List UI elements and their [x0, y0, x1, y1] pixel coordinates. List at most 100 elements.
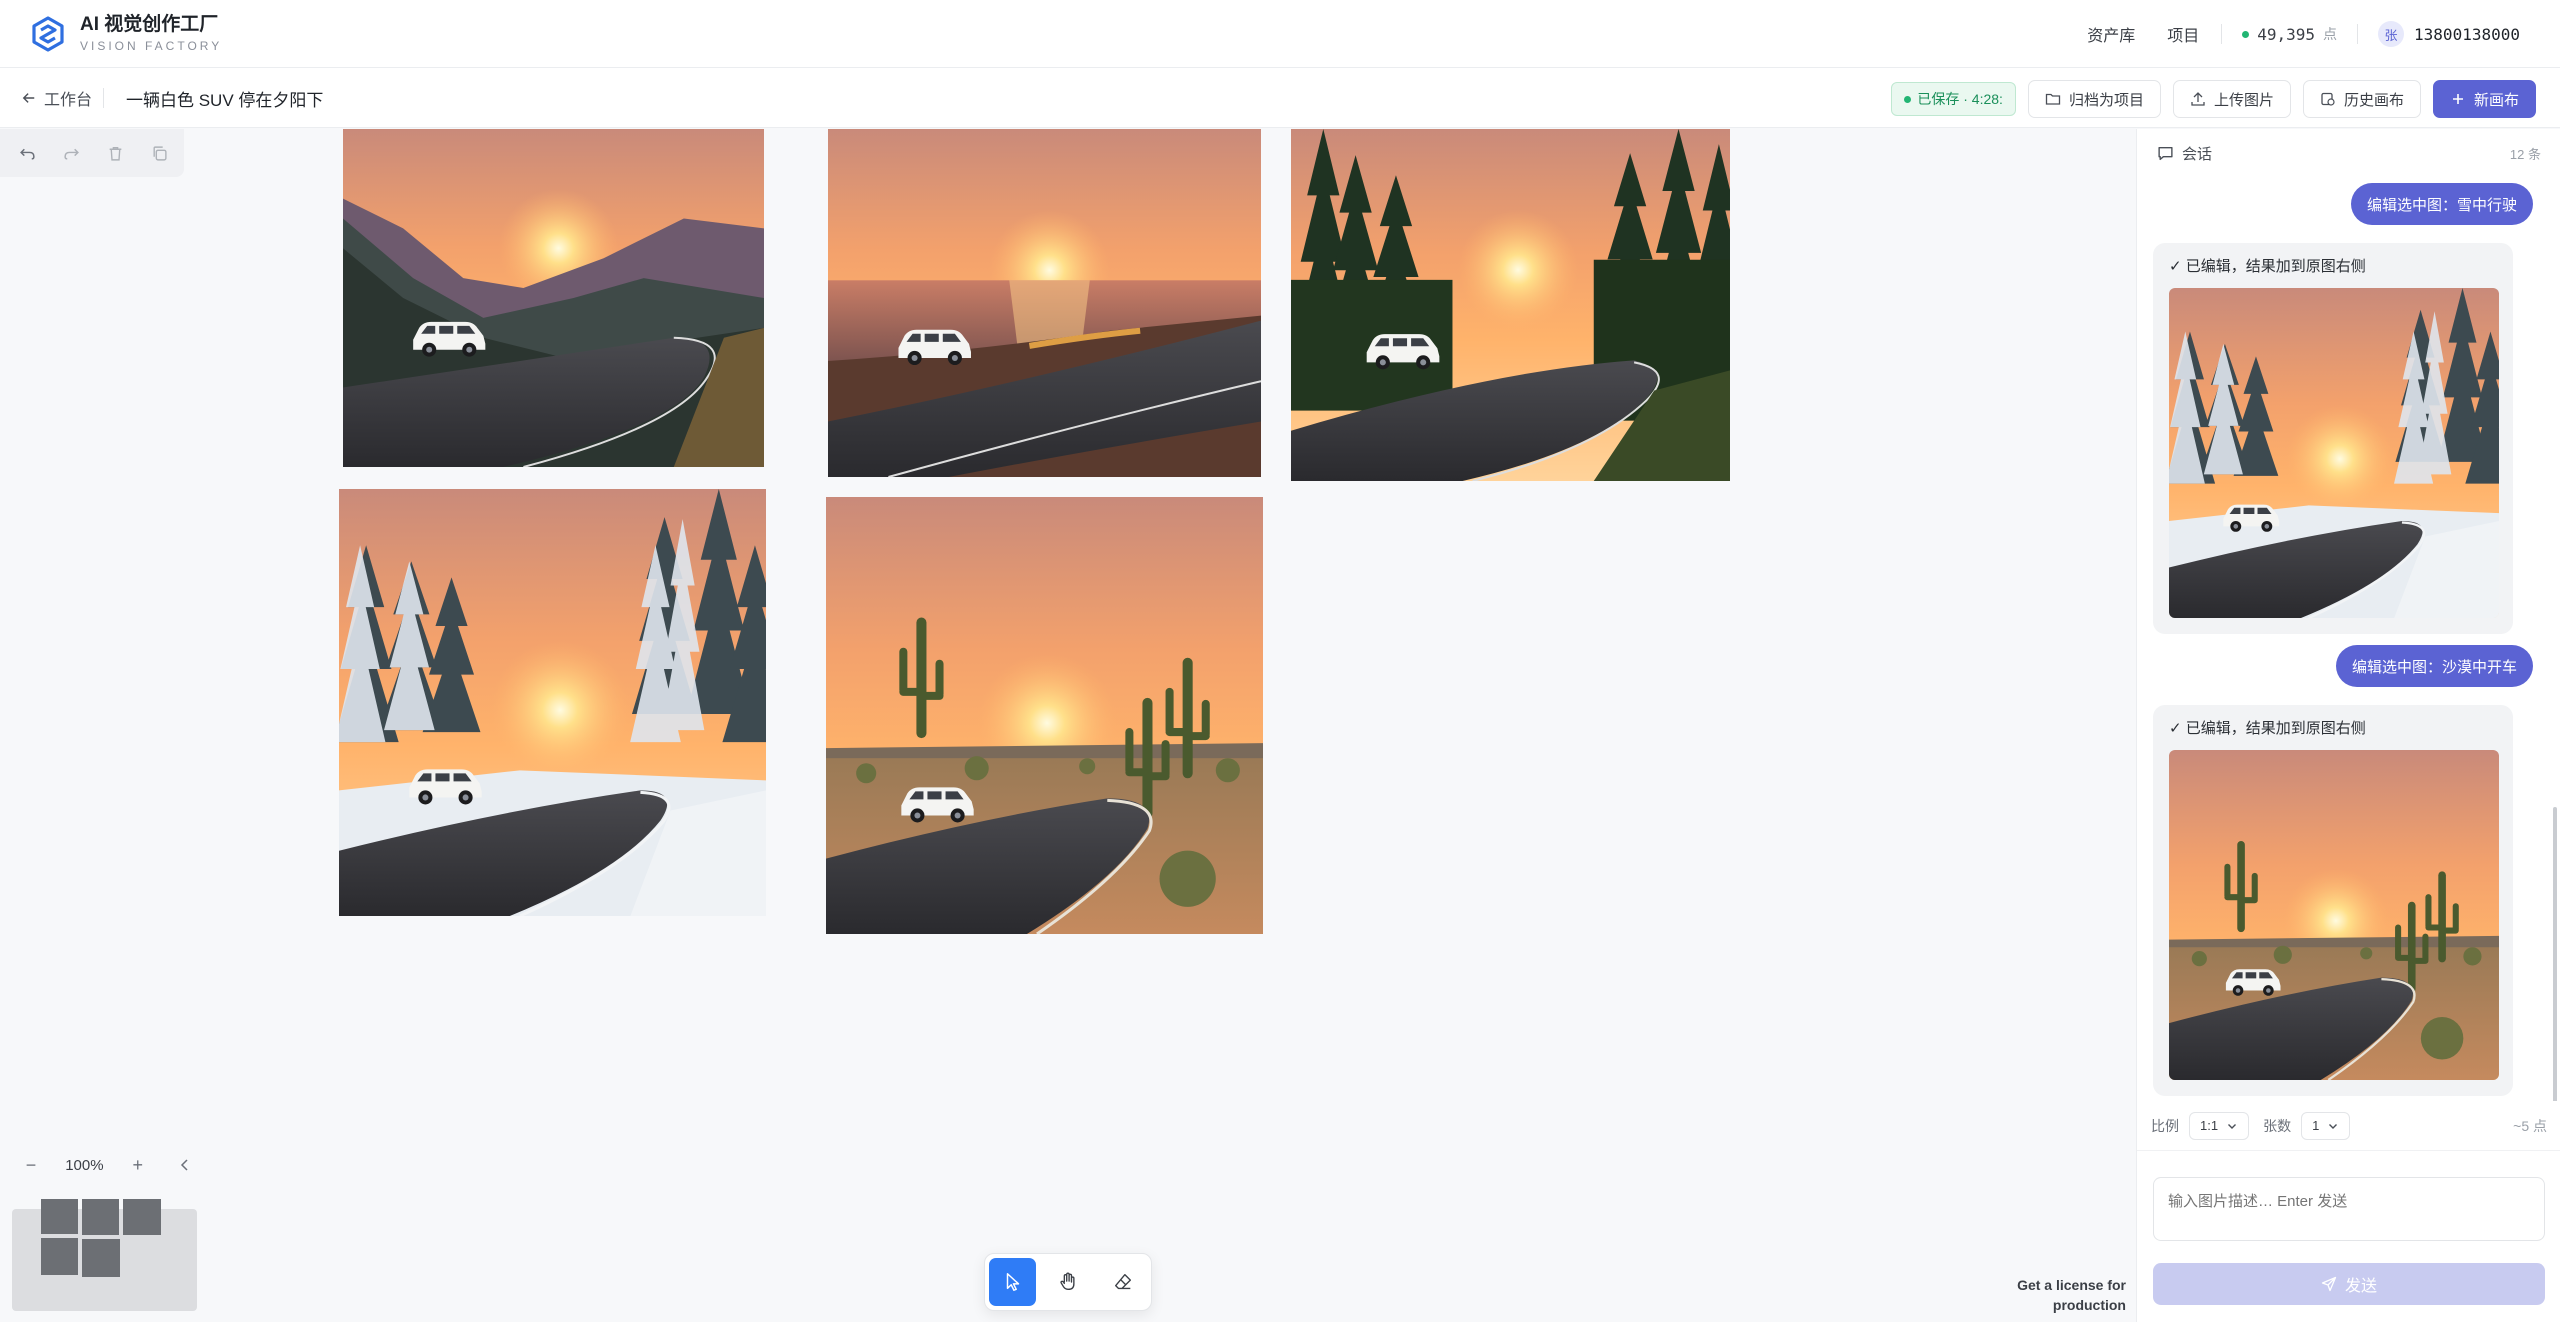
- history-canvas-button[interactable]: 历史画布: [2302, 80, 2421, 118]
- count-value: 1: [2312, 1118, 2320, 1133]
- save-status-dot: [1904, 95, 1912, 103]
- result-thumbnail[interactable]: [2169, 750, 2499, 1080]
- canvas[interactable]: − 100% + Get a license for production: [0, 129, 2136, 1322]
- new-canvas-label: 新画布: [2473, 91, 2519, 109]
- nav-divider: [2221, 24, 2223, 44]
- generation-options: 比例 1:1 张数 1 ~5 点: [2137, 1101, 2560, 1151]
- folder-icon: [2045, 93, 2061, 105]
- minimap-tile: [82, 1239, 120, 1277]
- generated-image: [828, 129, 1261, 477]
- hand-icon: [1060, 1272, 1075, 1291]
- user-menu[interactable]: 张 13800138000: [2364, 21, 2520, 47]
- header-divider: [103, 88, 104, 108]
- minimap-tile: [82, 1199, 119, 1235]
- minimap-tile: [123, 1199, 161, 1235]
- tool-dock: [984, 1253, 1152, 1311]
- trash-icon[interactable]: [104, 142, 126, 164]
- canvas-image-snow[interactable]: [339, 489, 766, 916]
- chevron-down-icon: [2329, 1123, 2338, 1129]
- canvas-image-desert[interactable]: [826, 497, 1263, 934]
- archive-to-project-button[interactable]: 归档为项目: [2027, 80, 2161, 118]
- undo-icon[interactable]: [16, 142, 38, 164]
- assistant-message-text: ✓ 已编辑，结果加到原图右侧: [2169, 258, 2366, 275]
- generated-image: [339, 489, 766, 916]
- back-label: 工作台: [44, 92, 93, 109]
- app-title: AI 视觉创作工厂: [80, 14, 219, 35]
- canvas-image-mountain[interactable]: [343, 129, 764, 467]
- upload-label: 上传图片: [2213, 91, 2274, 109]
- plus-icon: [2452, 94, 2463, 104]
- chevron-down-icon: [2228, 1123, 2237, 1129]
- generated-image: [1291, 129, 1730, 481]
- generated-image: [343, 129, 764, 467]
- chat-panel: 会话 12 条 编辑选中图：雪中行驶 ✓ 已编辑，结果加到原图右侧 编辑选中图：…: [2136, 129, 2560, 1322]
- ratio-value: 1:1: [2200, 1118, 2219, 1133]
- send-button[interactable]: 发送: [2153, 1263, 2545, 1305]
- credits-unit: 点: [2323, 26, 2338, 42]
- archive-label: 归档为项目: [2068, 91, 2144, 109]
- app-subtitle: VISION FACTORY: [80, 39, 223, 53]
- count-select[interactable]: 1: [2301, 1111, 2351, 1140]
- canvas-image-forest[interactable]: [1291, 129, 1730, 481]
- result-thumbnail[interactable]: [2169, 288, 2499, 618]
- save-status-badge: 已保存 · 4:28:: [1891, 82, 2016, 116]
- history-icon: [2321, 92, 2335, 106]
- logo-icon: [32, 16, 64, 52]
- history-label: 历史画布: [2343, 91, 2404, 109]
- generated-image: [2169, 750, 2499, 1080]
- canvas-title[interactable]: 一辆白色 SUV 停在夕阳下: [126, 86, 323, 111]
- message-count: 12 条: [2509, 146, 2541, 162]
- chat-header: 会话 12 条: [2137, 129, 2560, 177]
- ratio-label: 比例: [2151, 1117, 2179, 1134]
- chat-messages[interactable]: 编辑选中图：雪中行驶 ✓ 已编辑，结果加到原图右侧 编辑选中图：沙漠中开车 ✓ …: [2137, 177, 2560, 1101]
- nav-link-assets[interactable]: 资产库: [2071, 22, 2151, 46]
- cursor-icon: [1006, 1273, 1019, 1291]
- license-notice[interactable]: Get a license for production: [1990, 1275, 2126, 1315]
- upload-image-button[interactable]: 上传图片: [2172, 80, 2291, 118]
- assistant-message: ✓ 已编辑，结果加到原图右侧: [2153, 243, 2513, 634]
- zoom-level[interactable]: 100%: [65, 1157, 103, 1174]
- redo-icon[interactable]: [60, 142, 82, 164]
- collapse-minimap-icon[interactable]: [172, 1152, 198, 1178]
- assistant-message: ✓ 已编辑，结果加到原图右侧: [2153, 705, 2513, 1096]
- copy-icon[interactable]: [148, 142, 170, 164]
- save-status-text: 已保存 · 4:28:: [1917, 91, 2003, 107]
- edit-toolbar: [0, 129, 184, 177]
- nav-divider: [2357, 24, 2359, 44]
- chat-title: 会话: [2182, 145, 2213, 163]
- new-canvas-button[interactable]: 新画布: [2432, 80, 2536, 118]
- generated-image: [2169, 288, 2499, 618]
- send-icon: [2321, 1276, 2337, 1292]
- upload-icon: [2191, 92, 2205, 106]
- select-tool[interactable]: [989, 1258, 1037, 1306]
- zoom-in-button[interactable]: +: [125, 1152, 151, 1178]
- minimap[interactable]: [12, 1199, 197, 1311]
- prompt-input[interactable]: [2153, 1177, 2545, 1241]
- hand-tool[interactable]: [1044, 1258, 1091, 1306]
- send-label: 发送: [2344, 1278, 2377, 1295]
- chat-bubble-icon: [2158, 146, 2173, 160]
- canvas-image-ocean[interactable]: [828, 129, 1261, 477]
- minimap-tile: [41, 1238, 78, 1275]
- eraser-icon: [1115, 1273, 1132, 1290]
- user-phone: 13800138000: [2414, 24, 2520, 44]
- assistant-message-text: ✓ 已编辑，结果加到原图右侧: [2169, 720, 2366, 737]
- count-label: 张数: [2263, 1117, 2292, 1134]
- back-to-workbench-button[interactable]: 工作台: [22, 86, 92, 110]
- arrow-left-icon: [22, 93, 35, 103]
- nav-link-projects[interactable]: 项目: [2151, 22, 2215, 46]
- avatar: 张: [2378, 21, 2405, 47]
- credits-balance[interactable]: 49,395 点: [2228, 24, 2351, 44]
- credits-status-dot: [2242, 30, 2250, 38]
- zoom-controls: − 100% +: [8, 1147, 208, 1183]
- chat-scrollbar[interactable]: [2553, 807, 2557, 1101]
- app-logo[interactable]: AI 视觉创作工厂 VISION FACTORY: [28, 14, 222, 54]
- eraser-tool[interactable]: [1100, 1258, 1147, 1306]
- zoom-out-button[interactable]: −: [18, 1152, 44, 1178]
- user-message: 编辑选中图：沙漠中开车: [2335, 645, 2533, 687]
- credits-value: 49,395: [2257, 24, 2316, 44]
- top-nav: AI 视觉创作工厂 VISION FACTORY 资产库 项目 49,395 点…: [0, 0, 2560, 68]
- generated-image: [826, 497, 1263, 934]
- ratio-select[interactable]: 1:1: [2189, 1111, 2250, 1140]
- canvas-header: 工作台 一辆白色 SUV 停在夕阳下 已保存 · 4:28: 归档为项目 上传图…: [0, 68, 2560, 128]
